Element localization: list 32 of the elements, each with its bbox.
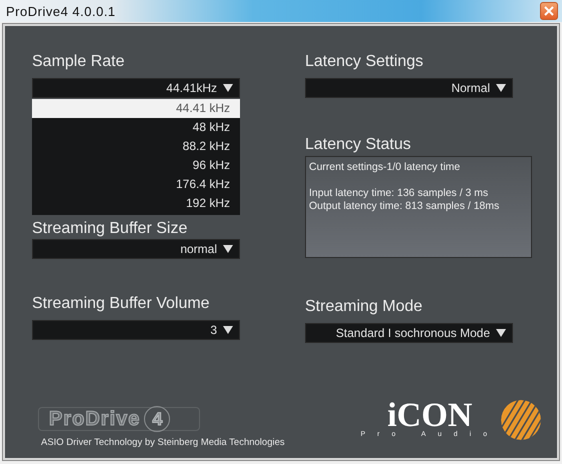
close-button[interactable] [540, 2, 558, 20]
caret-icon [223, 84, 233, 92]
dropdown[interactable]: 3 [32, 320, 240, 340]
section-label: Latency Settings [305, 52, 424, 71]
dropdown-option[interactable]: 48 kHz [32, 118, 240, 137]
status-line: Input latency time: 136 samples / 3 ms [309, 187, 490, 200]
dropdown-option[interactable]: 192 kHz [32, 194, 240, 213]
status-line: Current settings-1/0 latency time [309, 161, 462, 174]
dropdown-option[interactable]: 176.4 kHz [32, 175, 240, 194]
caret-icon [223, 326, 233, 334]
close-icon [544, 6, 554, 16]
window-title: ProDrive4 4.0.0.1 [6, 4, 116, 18]
dropdown-option[interactable]: 88.2 kHz [32, 137, 240, 156]
section-label: Streaming Mode [305, 297, 424, 316]
dropdown[interactable]: 44.41kHz [32, 78, 240, 98]
section-label: Streaming Buffer Volume [32, 294, 211, 313]
dropdown[interactable]: Standard I sochronous Mode [305, 323, 513, 343]
dropdown[interactable]: normal [32, 239, 240, 259]
product-logo: ProDrive 4 [38, 407, 200, 431]
section-label: Sample Rate [32, 52, 126, 71]
dropdown-option[interactable]: 96 kHz [32, 156, 240, 175]
dropdown-option[interactable]: 44.41 kHz [32, 99, 240, 118]
credit-text: ASIO Driver Technology by Steinberg Media Technologies [41, 437, 285, 448]
section-label: Streaming Buffer Size [32, 220, 188, 237]
brand-logo: iCON [387, 401, 472, 431]
caret-icon [223, 245, 233, 253]
striped-circle-icon [501, 400, 541, 440]
caret-icon [496, 329, 506, 337]
section-label: Latency Status [305, 135, 412, 154]
caret-icon [496, 84, 506, 92]
dropdown[interactable]: Normal [305, 78, 513, 98]
status-line: Output latency time: 813 samples / 18ms [309, 200, 500, 213]
